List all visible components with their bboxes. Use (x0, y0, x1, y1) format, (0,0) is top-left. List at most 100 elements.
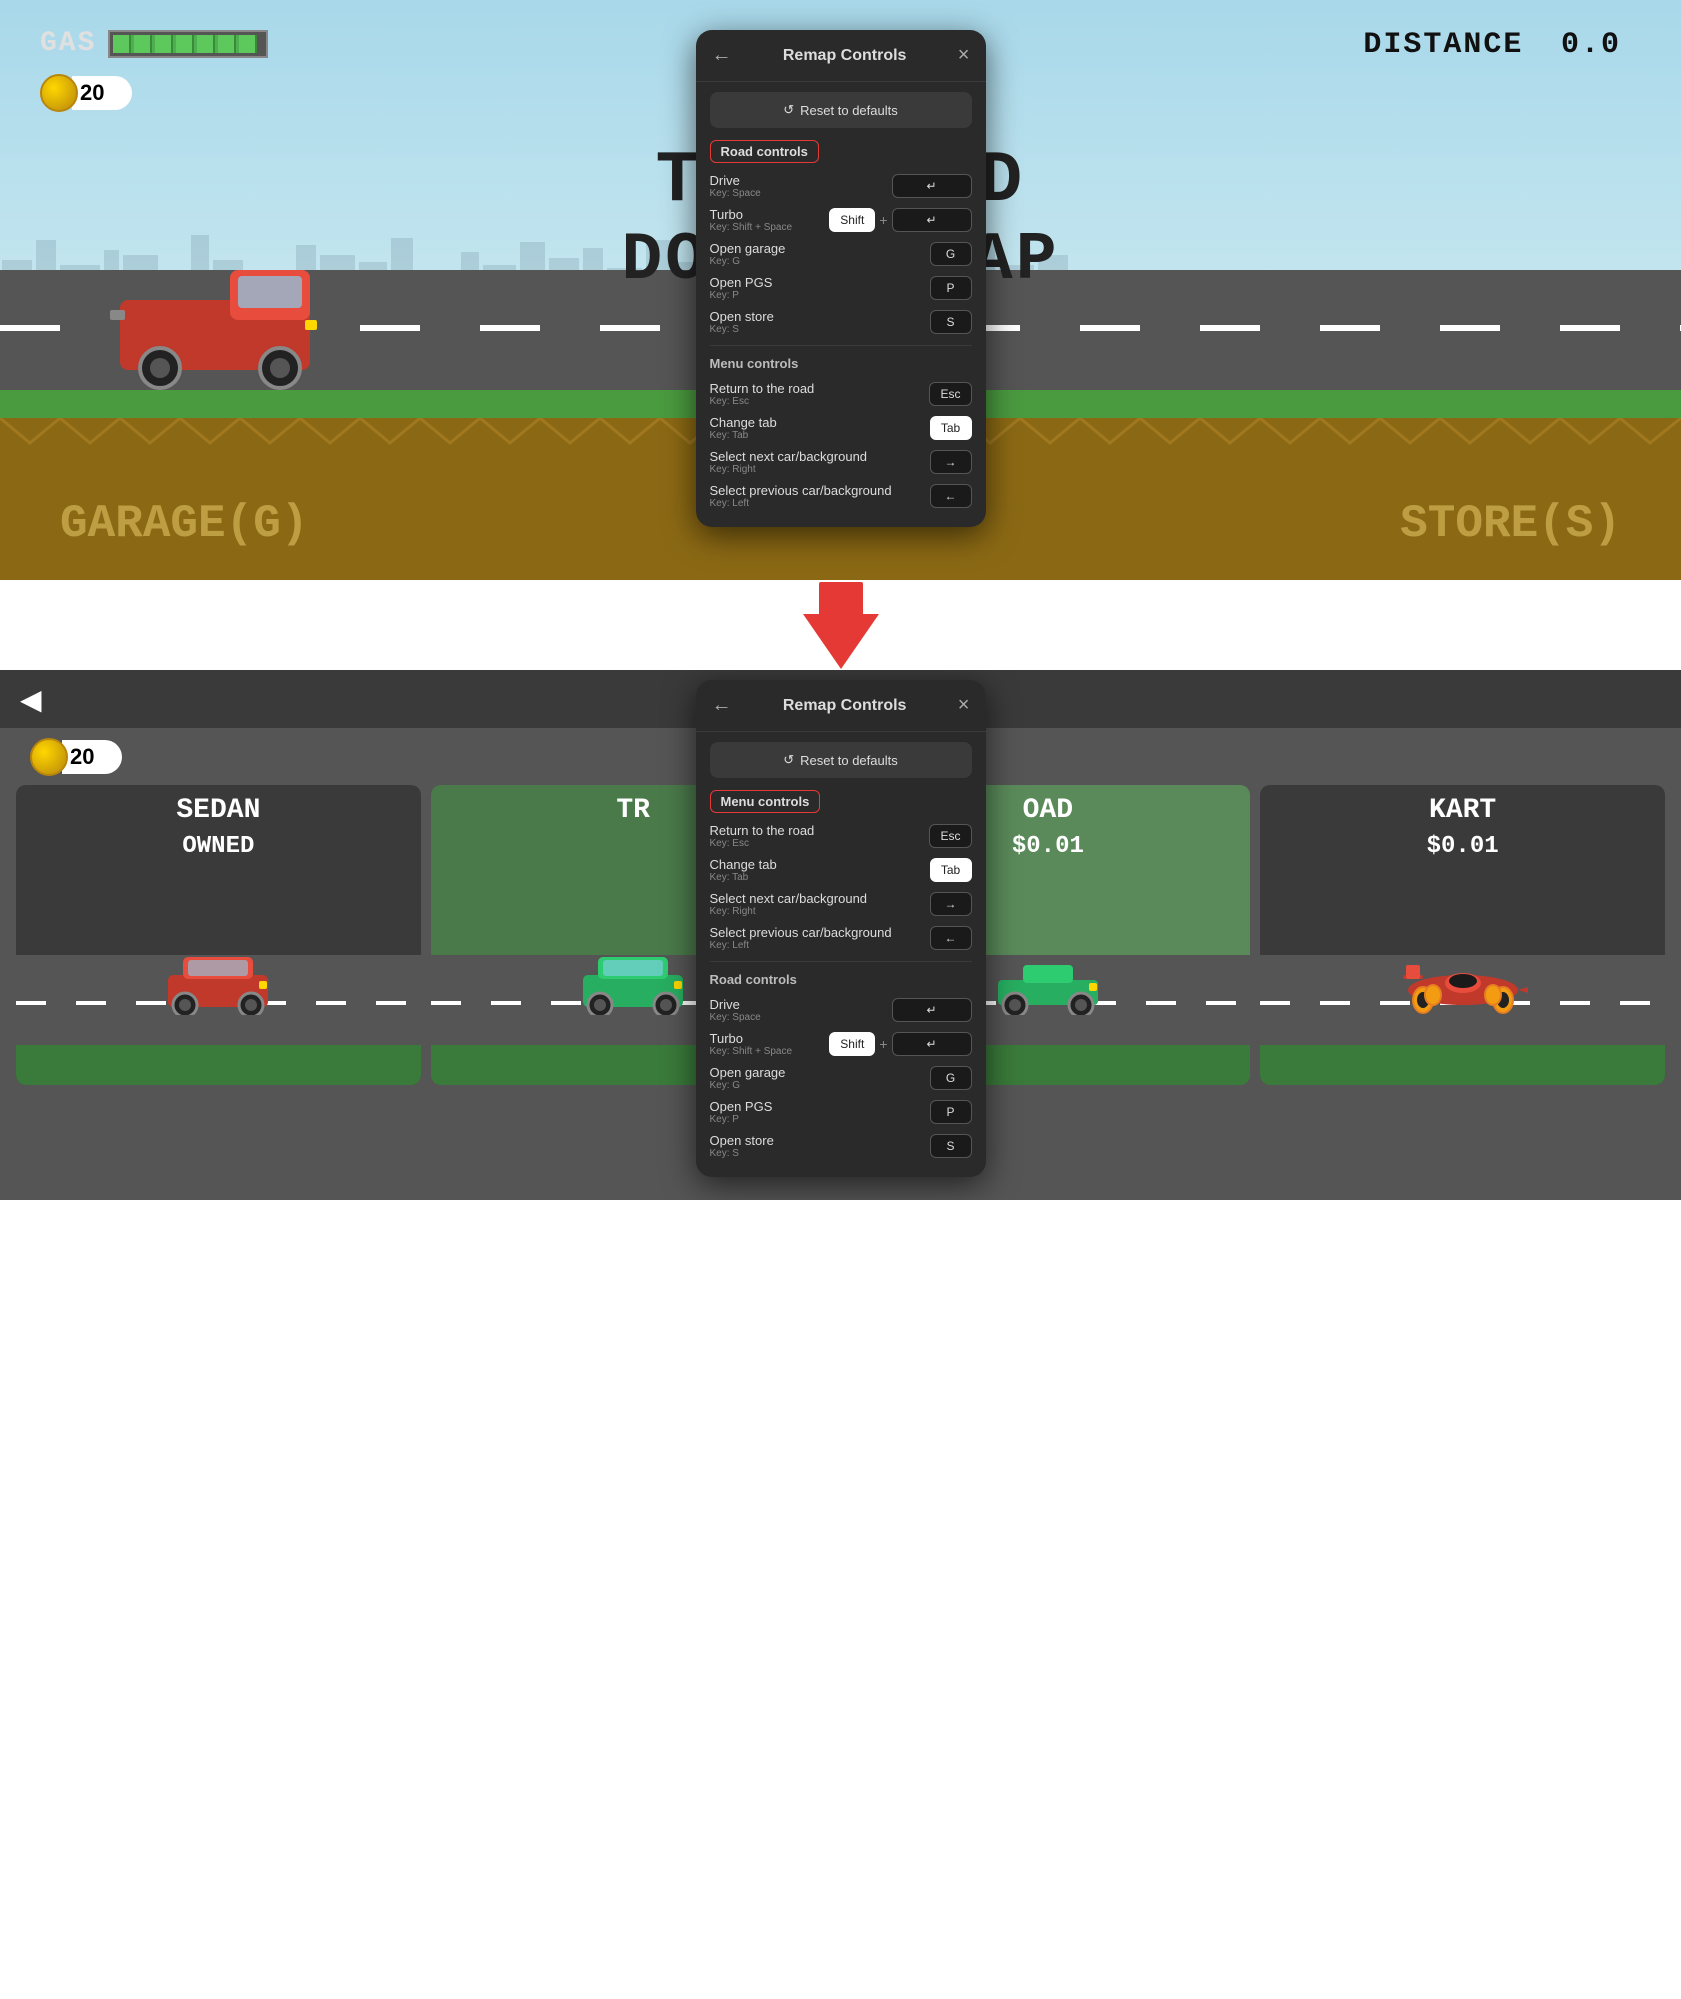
return-key-btn[interactable]: Esc (929, 382, 971, 406)
coin-value-top: 20 (72, 76, 132, 110)
return-key-btn-b[interactable]: Esc (929, 824, 971, 848)
gas-seg-3 (155, 35, 173, 53)
gas-hud: GAS (40, 28, 268, 59)
oad-car-img (993, 945, 1103, 1020)
reset-defaults-btn-bottom[interactable]: ↺ Reset to defaults (710, 742, 972, 778)
gas-seg-4 (176, 35, 194, 53)
reset-defaults-btn-top[interactable]: ↺ Reset to defaults (710, 92, 972, 128)
reset-label-top: Reset to defaults (800, 103, 898, 118)
sedan-sub: OWNED (16, 833, 421, 860)
control-info-turbo-top: Turbo Key: Shift + Space (710, 207, 830, 233)
reset-icon-top: ↺ (783, 102, 794, 118)
distance-value: 0.0 (1561, 28, 1621, 62)
control-key-return-b: Key: Esc (710, 838, 930, 849)
modal-back-btn-top[interactable]: ← (712, 44, 732, 67)
control-row-turbo-top: Turbo Key: Shift + Space Shift + ↵ (710, 207, 972, 233)
turbo-shift-btn-b[interactable]: Shift (829, 1032, 875, 1056)
store-key-btn[interactable]: S (930, 310, 972, 334)
control-key-changetab-b: Key: Tab (710, 872, 930, 883)
control-info-next-top: Select next car/background Key: Right (710, 449, 930, 475)
pgs-key-btn-b[interactable]: P (930, 1100, 972, 1124)
control-row-garage-bottom: Open garage Key: G G (710, 1065, 972, 1091)
control-name-return-b: Return to the road (710, 823, 930, 838)
control-row-next-bottom: Select next car/background Key: Right → (710, 891, 972, 917)
changetab-key-btn-top[interactable]: Tab (930, 416, 972, 440)
turbo-space-btn-b[interactable]: ↵ (892, 1032, 972, 1056)
menu-controls-section-bottom: Menu controls (710, 790, 821, 813)
sedan-car-img (163, 945, 273, 1020)
control-info-garage-bottom: Open garage Key: G (710, 1065, 930, 1091)
control-key-store-b: Key: S (710, 1148, 930, 1159)
control-name-store-b: Open store (710, 1133, 930, 1148)
car-card-sedan[interactable]: SEDAN OWNED (16, 785, 421, 1085)
control-info-return-top: Return to the road Key: Esc (710, 381, 930, 407)
sedan-label: SEDAN (16, 795, 421, 826)
turbo-keys-bottom: Shift + ↵ (829, 1032, 971, 1056)
control-row-prev-top: Select previous car/background Key: Left… (710, 483, 972, 509)
changetab-key-btn-bottom[interactable]: Tab (930, 858, 972, 882)
control-row-store-top: Open store Key: S S (710, 309, 972, 335)
bottom-remap-modal[interactable]: ← Remap Controls × ↺ Reset to defaults M… (696, 680, 986, 1177)
sedan-grass (16, 1045, 421, 1085)
car-card-kart[interactable]: KART $0.01 (1260, 785, 1665, 1085)
modal-title-top: Remap Controls (783, 47, 907, 65)
prev-key-btn[interactable]: ← (930, 484, 972, 508)
modal-body-bottom[interactable]: ↺ Reset to defaults Menu controls Return… (696, 732, 986, 1177)
control-key-prev-b: Key: Left (710, 940, 930, 951)
modal-header-bottom: ← Remap Controls × (696, 680, 986, 732)
control-info-prev-bottom: Select previous car/background Key: Left (710, 925, 930, 951)
drive-key-btn-b[interactable]: ↵ (892, 998, 972, 1022)
control-info-changetab-top: Change tab Key: Tab (710, 415, 930, 441)
control-name-changetab-b: Change tab (710, 857, 930, 872)
menu-controls-section-top: Menu controls (710, 356, 972, 371)
modal-body-top[interactable]: ↺ Reset to defaults Road controls Drive … (696, 82, 986, 527)
red-truck (110, 260, 330, 395)
garage-key-btn[interactable]: G (930, 242, 972, 266)
control-name-pgs-b: Open PGS (710, 1099, 930, 1114)
control-name-store: Open store (710, 309, 930, 324)
store-key-btn-b[interactable]: S (930, 1134, 972, 1158)
top-remap-modal[interactable]: ← Remap Controls × ↺ Reset to defaults R… (696, 30, 986, 527)
next-key-btn[interactable]: → (930, 450, 972, 474)
truck-car-img (578, 945, 688, 1020)
control-row-pgs-bottom: Open PGS Key: P P (710, 1099, 972, 1125)
gas-bar-fill (113, 35, 257, 53)
next-key-btn-b[interactable]: → (930, 892, 972, 916)
control-row-changetab-top: Change tab Key: Tab Tab (710, 415, 972, 441)
control-key-next-b: Key: Right (710, 906, 930, 917)
control-key-turbo: Key: Shift + Space (710, 222, 830, 233)
store-label: STORE(S) (1400, 498, 1621, 550)
modal-back-btn-bottom[interactable]: ← (712, 694, 732, 717)
down-arrow (803, 582, 879, 669)
arrow-divider (0, 580, 1681, 670)
modal-close-btn-top[interactable]: × (958, 44, 970, 67)
distance-label: DISTANCE (1363, 28, 1523, 62)
gas-seg-7 (239, 35, 257, 53)
control-row-changetab-bottom: Change tab Key: Tab Tab (710, 857, 972, 883)
modal-close-btn-bottom[interactable]: × (958, 694, 970, 717)
control-name-pgs: Open PGS (710, 275, 930, 290)
gas-seg-2 (134, 35, 152, 53)
control-key-next: Key: Right (710, 464, 930, 475)
control-name-garage: Open garage (710, 241, 930, 256)
control-key-drive-b: Key: Space (710, 1012, 892, 1023)
garage-key-btn-b[interactable]: G (930, 1066, 972, 1090)
control-info-pgs-bottom: Open PGS Key: P (710, 1099, 930, 1125)
control-key-pgs: Key: P (710, 290, 930, 301)
kart-sub: $0.01 (1260, 833, 1665, 860)
turbo-shift-btn[interactable]: Shift (829, 208, 875, 232)
kart-grass (1260, 1045, 1665, 1085)
control-row-prev-bottom: Select previous car/background Key: Left… (710, 925, 972, 951)
control-info-return-bottom: Return to the road Key: Esc (710, 823, 930, 849)
store-back-btn[interactable]: ◀ (20, 683, 42, 716)
turbo-space-btn[interactable]: ↵ (892, 208, 972, 232)
control-info-drive-bottom: Drive Key: Space (710, 997, 892, 1023)
drive-key-btn[interactable]: ↵ (892, 174, 972, 198)
gas-bar (108, 30, 268, 58)
control-row-garage-top: Open garage Key: G G (710, 241, 972, 267)
coin-value-bottom: 20 (62, 740, 122, 774)
prev-key-btn-b[interactable]: ← (930, 926, 972, 950)
pgs-key-btn[interactable]: P (930, 276, 972, 300)
control-info-turbo-bottom: Turbo Key: Shift + Space (710, 1031, 830, 1057)
control-info-garage-top: Open garage Key: G (710, 241, 930, 267)
